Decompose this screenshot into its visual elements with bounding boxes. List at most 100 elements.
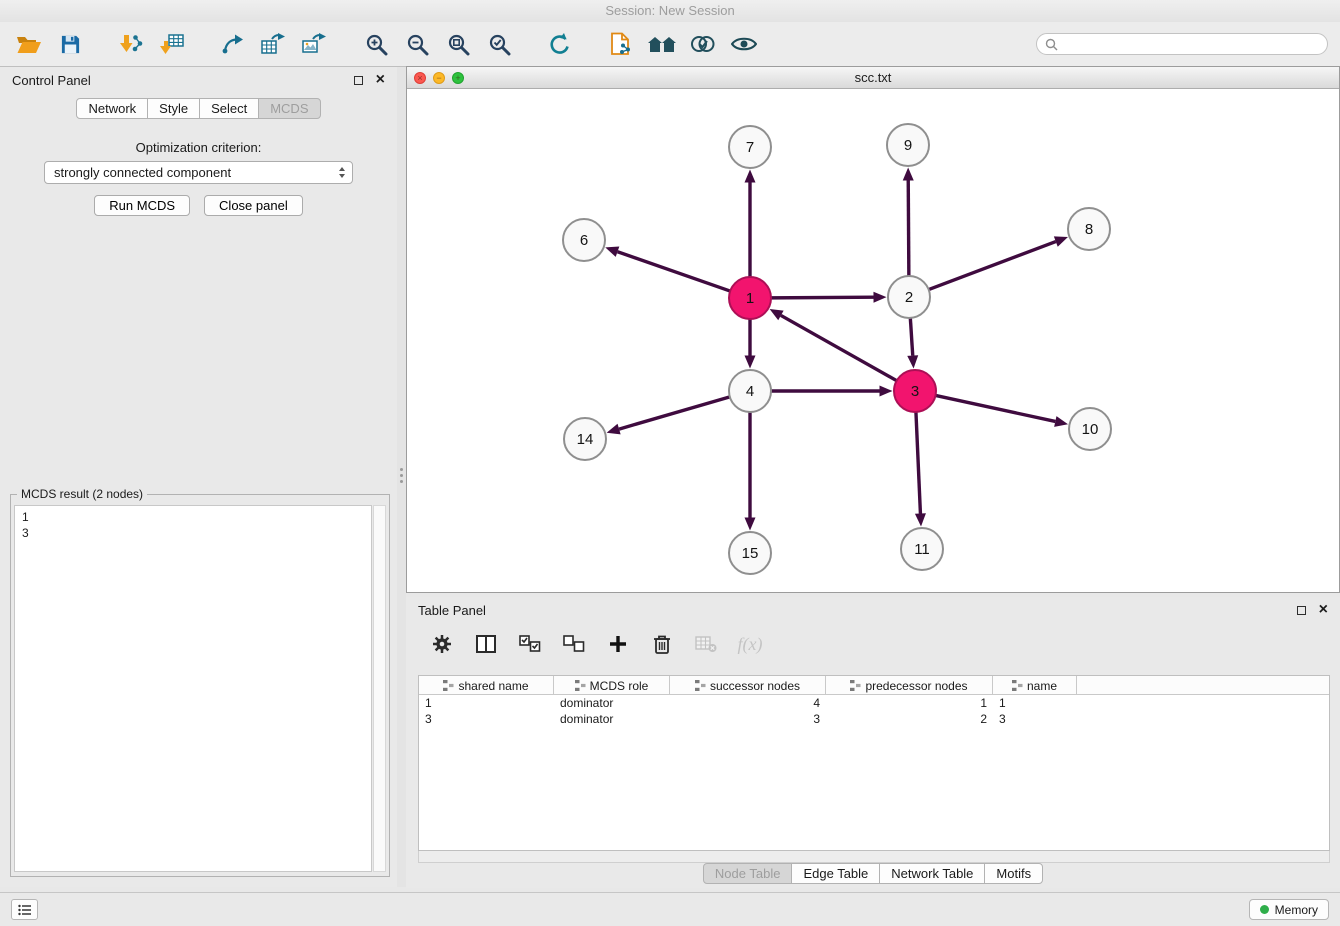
table-cell: 2 (826, 711, 993, 727)
close-table-panel-x-icon[interactable]: × (1319, 603, 1328, 617)
column-header[interactable]: successor nodes (670, 676, 826, 695)
table-horizontal-scrollbar[interactable] (418, 851, 1330, 863)
graph-edge[interactable] (618, 252, 731, 291)
graph-edge[interactable] (908, 180, 909, 276)
export-network-button[interactable] (216, 27, 250, 61)
tab-edge-table[interactable]: Edge Table (791, 863, 880, 884)
mcds-result-list[interactable]: 1 3 (14, 505, 372, 872)
status-bar: Memory (0, 892, 1340, 926)
tab-style[interactable]: Style (147, 98, 200, 119)
column-header[interactable]: name (993, 676, 1077, 695)
memory-label: Memory (1275, 903, 1318, 917)
network-graph[interactable]: 7968124314101511 (407, 89, 1339, 592)
tab-mcds[interactable]: MCDS (258, 98, 320, 119)
new-network-from-selection-button[interactable] (604, 27, 638, 61)
control-panel-header: Control Panel × (0, 67, 397, 93)
memory-button[interactable]: Memory (1249, 899, 1329, 920)
delete-column-button[interactable] (650, 632, 674, 656)
show-hide-button[interactable] (727, 27, 761, 61)
graph-edge-arrow (880, 386, 893, 397)
graph-node-label: 11 (914, 541, 930, 558)
graph-edge[interactable] (771, 297, 874, 298)
float-table-panel-icon[interactable] (1297, 606, 1306, 615)
graph-edge-arrow (1054, 236, 1068, 246)
zoom-selected-button[interactable] (482, 27, 516, 61)
table-cell: 3 (993, 711, 1077, 727)
graph-node-label: 8 (1085, 221, 1093, 238)
result-scrollbar[interactable] (373, 505, 386, 872)
zoom-out-icon (406, 33, 429, 56)
export-table-button[interactable] (257, 27, 291, 61)
graph-edge-arrow (745, 356, 756, 369)
graph-edge[interactable] (936, 395, 1056, 421)
refresh-icon (548, 33, 572, 56)
export-image-button[interactable] (298, 27, 332, 61)
table-cell: 1 (826, 695, 993, 711)
zoom-in-button[interactable] (359, 27, 393, 61)
graph-edge[interactable] (619, 397, 730, 429)
control-panel-tabs: Network Style Select MCDS (0, 98, 397, 119)
graph-edge[interactable] (916, 412, 920, 514)
import-table-icon (160, 33, 185, 56)
table-panel-title: Table Panel (418, 603, 486, 618)
task-history-button[interactable] (11, 899, 38, 920)
deselect-all-button[interactable] (562, 632, 586, 656)
zoom-out-button[interactable] (400, 27, 434, 61)
table-row[interactable]: 3dominator323 (419, 711, 1329, 727)
network-close-button[interactable]: × (414, 72, 426, 84)
mcds-result-title: MCDS result (2 nodes) (17, 487, 147, 501)
select-all-button[interactable] (518, 632, 542, 656)
graph-edge[interactable] (929, 242, 1056, 290)
table-cell: dominator (554, 711, 670, 727)
zoom-fit-button[interactable] (441, 27, 475, 61)
tab-select[interactable]: Select (199, 98, 259, 119)
import-table-button[interactable] (155, 27, 189, 61)
column-header-filler (1077, 676, 1329, 695)
table-cell: 3 (670, 711, 826, 727)
column-header[interactable]: shared name (419, 676, 554, 695)
network-minimize-button[interactable]: − (433, 72, 445, 84)
apply-style-button[interactable] (686, 27, 720, 61)
save-session-button[interactable] (53, 27, 87, 61)
import-network-icon (119, 33, 143, 56)
tab-motifs[interactable]: Motifs (984, 863, 1043, 884)
show-columns-button[interactable] (474, 632, 498, 656)
run-mcds-button[interactable]: Run MCDS (94, 195, 190, 216)
trash-icon (653, 634, 671, 654)
hide-selected-button[interactable] (645, 27, 679, 61)
tab-network[interactable]: Network (76, 98, 148, 119)
homes-icon (647, 34, 677, 55)
close-panel-x-icon[interactable]: × (376, 73, 385, 87)
graph-node-label: 4 (746, 383, 754, 400)
column-header-label: MCDS role (590, 679, 649, 693)
float-panel-icon[interactable] (354, 76, 363, 85)
delete-table-icon (695, 635, 717, 653)
network-canvas[interactable]: 7968124314101511 (407, 89, 1339, 592)
search-box[interactable] (1036, 33, 1328, 55)
network-maximize-button[interactable]: + (452, 72, 464, 84)
deselect-all-icon (563, 635, 585, 653)
import-network-button[interactable] (114, 27, 148, 61)
table-row[interactable]: 1dominator411 (419, 695, 1329, 711)
add-column-button[interactable] (606, 632, 630, 656)
panel-splitter[interactable] (397, 67, 406, 887)
table-body: 1dominator4113dominator323 (419, 695, 1329, 727)
mcds-result-group: MCDS result (2 nodes) 1 3 (10, 494, 390, 877)
graph-edge[interactable] (910, 318, 912, 356)
column-header[interactable]: MCDS role (554, 676, 670, 695)
table-settings-button[interactable] (430, 632, 454, 656)
graph-edge[interactable] (781, 315, 897, 380)
tab-network-table[interactable]: Network Table (879, 863, 985, 884)
refresh-button[interactable] (543, 27, 577, 61)
graph-edge-arrow (907, 355, 918, 368)
table-panel: Table Panel × (406, 597, 1340, 888)
search-input[interactable] (1063, 37, 1319, 51)
close-panel-button[interactable]: Close panel (204, 195, 303, 216)
tab-node-table[interactable]: Node Table (703, 863, 793, 884)
criterion-dropdown[interactable]: strongly connected component (44, 161, 353, 184)
open-session-button[interactable] (12, 27, 46, 61)
column-header[interactable]: predecessor nodes (826, 676, 993, 695)
column-sort-icon (1012, 680, 1023, 691)
network-window-titlebar: scc.txt × − + (407, 67, 1339, 89)
column-header-label: predecessor nodes (865, 679, 967, 693)
